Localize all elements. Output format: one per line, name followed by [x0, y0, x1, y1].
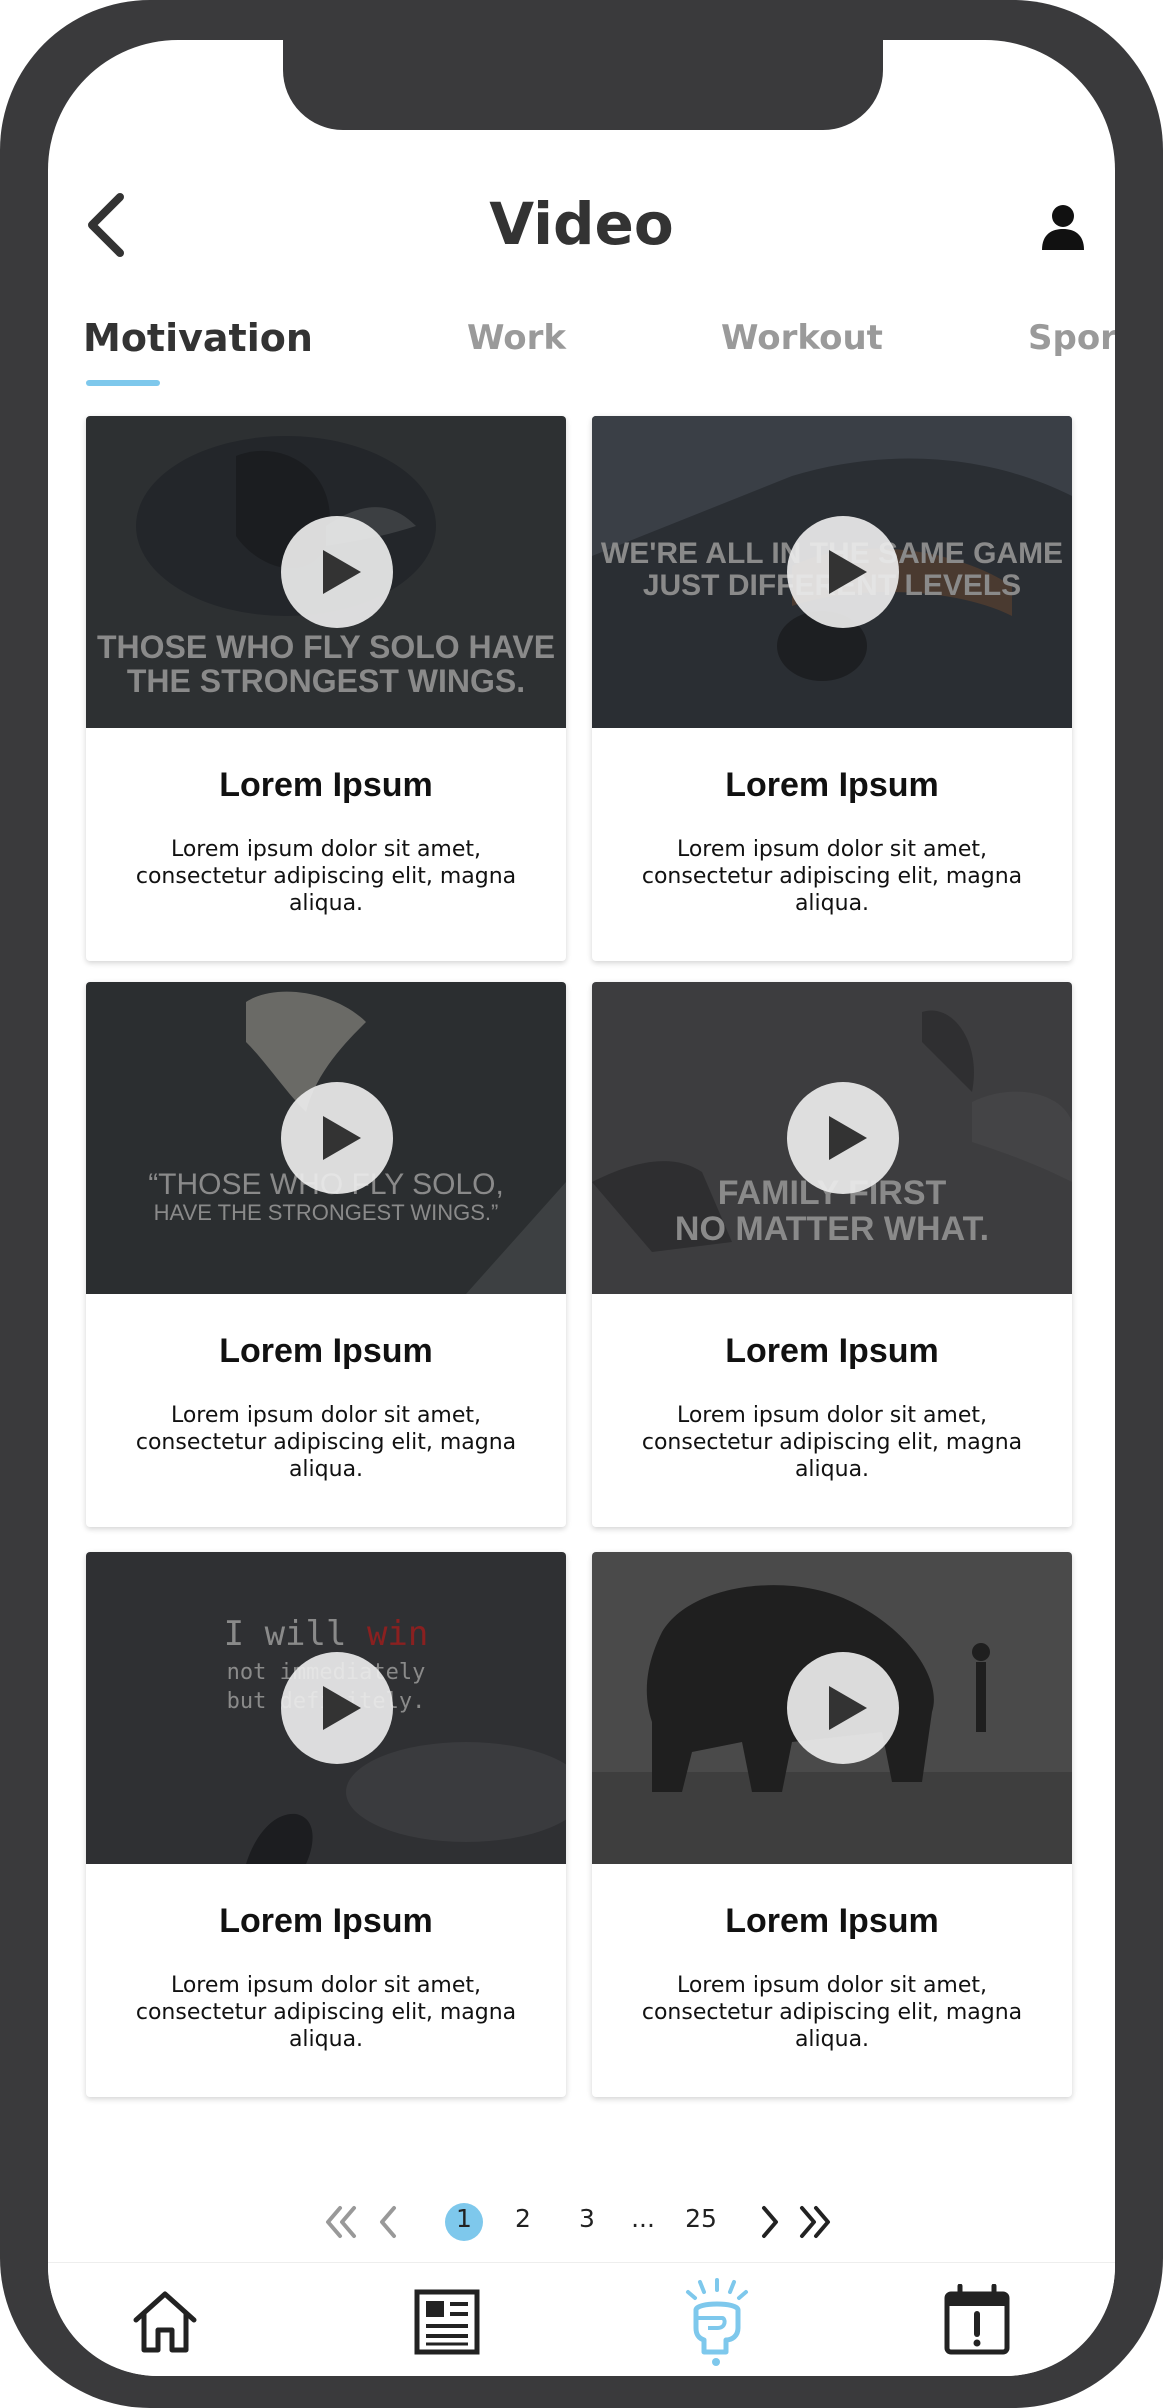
tab-motivation[interactable]: Motivation [83, 316, 313, 360]
play-button[interactable] [281, 516, 393, 628]
video-card[interactable]: THOSE WHO FLY SOLO HAVE THE STRONGEST WI… [86, 416, 566, 961]
video-card[interactable]: WE'RE ALL IN THE SAME GAME JUST DIFFEREN… [592, 416, 1072, 961]
video-thumbnail: “THOSE WHO FLY SOLO, HAVE THE STRONGEST … [86, 982, 566, 1294]
thumbnail-caption: NO MATTER WHAT. [674, 1209, 990, 1248]
page-2-button[interactable]: 2 [503, 2204, 543, 2233]
card-description: Lorem ipsum dolor sit amet, consectetur … [135, 1973, 517, 2052]
card-title: Lorem Ipsum [725, 766, 939, 804]
play-icon [323, 1116, 361, 1160]
next-page-button[interactable] [754, 2200, 784, 2244]
video-card[interactable]: “THOSE WHO FLY SOLO, HAVE THE STRONGEST … [86, 982, 566, 1527]
first-page-button[interactable] [320, 2200, 360, 2244]
app-screen: Video Motivation Work Workout Sport THOS… [48, 40, 1115, 2376]
video-thumbnail: I will win not immediately but definitel… [86, 1552, 566, 1864]
play-button[interactable] [787, 1082, 899, 1194]
card-title: Lorem Ipsum [219, 1902, 433, 1940]
card-description: Lorem ipsum dolor sit amet, consectetur … [135, 1403, 517, 1482]
play-icon [829, 1686, 867, 1730]
last-page-button[interactable] [796, 2200, 836, 2244]
active-nav-indicator [712, 2358, 720, 2366]
play-icon [829, 1116, 867, 1160]
video-thumbnail [592, 1552, 1072, 1864]
chevron-right-icon [762, 2206, 778, 2238]
card-title: Lorem Ipsum [725, 1332, 939, 1370]
chevron-left-icon [380, 2206, 396, 2238]
profile-button[interactable] [1038, 202, 1088, 252]
newspaper-icon [414, 2289, 480, 2355]
play-button[interactable] [787, 1652, 899, 1764]
home-icon [133, 2291, 197, 2353]
thumbnail-caption-highlight: win [366, 1614, 429, 1654]
video-card[interactable]: I will win not immediately but definitel… [86, 1552, 566, 2097]
page-title: Video [489, 190, 674, 258]
card-description: Lorem ipsum dolor sit amet, consectetur … [641, 837, 1023, 916]
calendar-alert-icon [944, 2283, 1010, 2355]
fist-icon [686, 2278, 748, 2355]
prev-page-button[interactable] [374, 2200, 404, 2244]
tab-sport[interactable]: Sport [1028, 318, 1115, 358]
double-chevron-right-icon [800, 2206, 830, 2238]
card-title: Lorem Ipsum [725, 1902, 939, 1940]
page-25-button[interactable]: 25 [676, 2204, 726, 2233]
video-card[interactable]: Lorem Ipsum Lorem ipsum dolor sit amet, … [592, 1552, 1072, 2097]
video-thumbnail: FAMILY FIRST NO MATTER WHAT. [592, 982, 1072, 1294]
play-icon [323, 1686, 361, 1730]
play-button[interactable] [787, 516, 899, 628]
page-ellipsis: ... [631, 2204, 655, 2233]
card-description: Lorem ipsum dolor sit amet, consectetur … [135, 837, 517, 916]
play-icon [829, 550, 867, 594]
notch [283, 40, 883, 130]
play-button[interactable] [281, 1082, 393, 1194]
play-button[interactable] [281, 1652, 393, 1764]
active-tab-indicator [86, 380, 160, 386]
play-icon [323, 550, 361, 594]
video-thumbnail: THOSE WHO FLY SOLO HAVE THE STRONGEST WI… [86, 416, 566, 728]
user-icon [1042, 205, 1084, 250]
nav-calendar[interactable] [942, 2283, 1012, 2356]
card-title: Lorem Ipsum [219, 1332, 433, 1370]
tab-work[interactable]: Work [467, 318, 566, 358]
thumbnail-caption: HAVE THE STRONGEST WINGS.” [153, 1199, 499, 1225]
video-card[interactable]: FAMILY FIRST NO MATTER WHAT. Lorem Ipsum… [592, 982, 1072, 1527]
card-description: Lorem ipsum dolor sit amet, consectetur … [641, 1973, 1023, 2052]
page-3-button[interactable]: 3 [567, 2204, 607, 2233]
thumbnail-caption: I will [223, 1614, 367, 1654]
card-title: Lorem Ipsum [219, 766, 433, 804]
page-1-button[interactable]: 1 [444, 2204, 484, 2233]
tab-workout[interactable]: Workout [721, 318, 883, 358]
nav-news[interactable] [412, 2286, 482, 2356]
thumbnail-caption: THE STRONGEST WINGS. [126, 662, 526, 699]
nav-home[interactable] [130, 2286, 200, 2356]
thumbnail-caption: THOSE WHO FLY SOLO HAVE [96, 629, 556, 665]
card-description: Lorem ipsum dolor sit amet, consectetur … [641, 1403, 1023, 1482]
video-thumbnail: WE'RE ALL IN THE SAME GAME JUST DIFFEREN… [592, 416, 1072, 728]
nav-motivation[interactable] [682, 2278, 752, 2358]
double-chevron-left-icon [326, 2206, 356, 2238]
